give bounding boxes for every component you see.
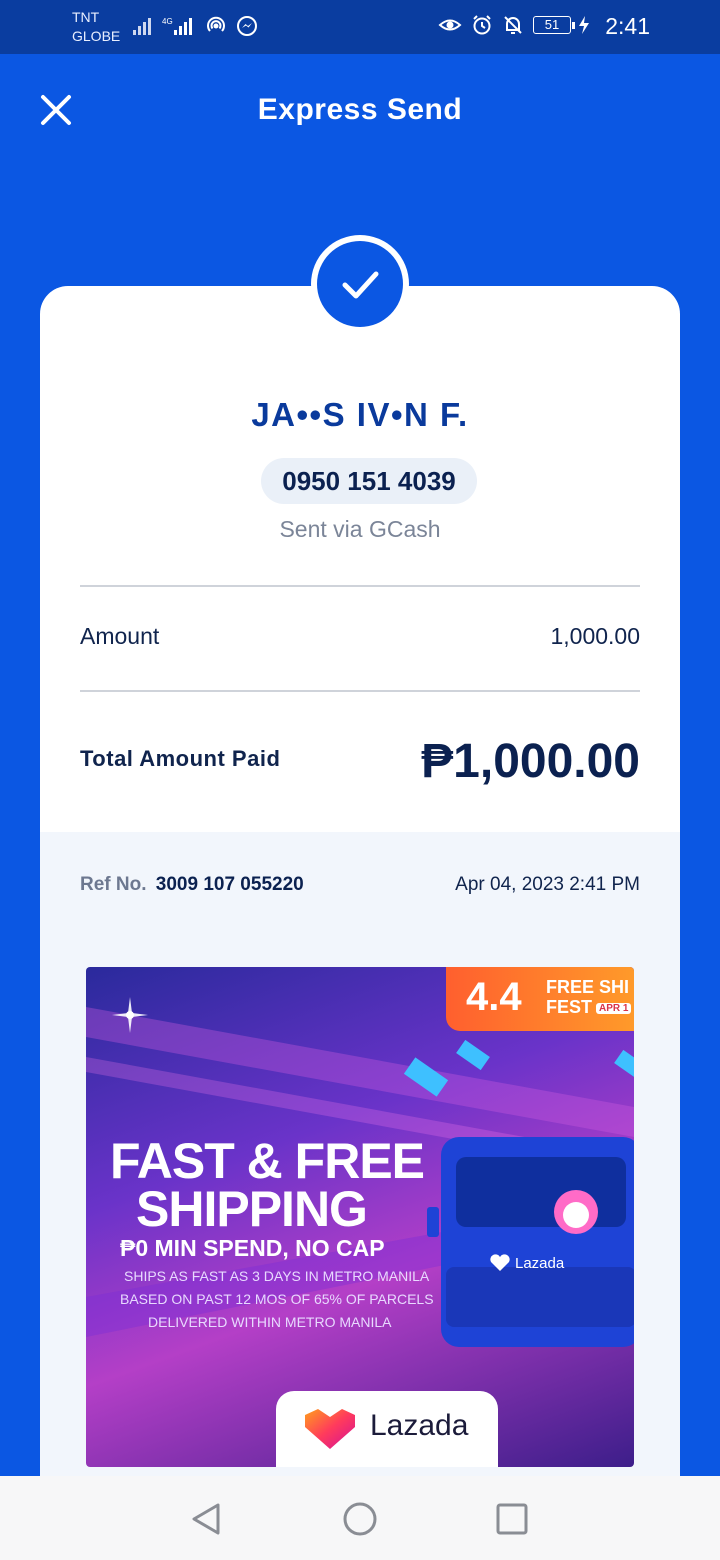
- battery-level: 51: [533, 16, 571, 34]
- svg-text:4G: 4G: [162, 17, 173, 26]
- ad-headline-line2: SHIPPING: [136, 1181, 368, 1237]
- lazada-heart-icon: [490, 1254, 510, 1271]
- carrier-tnt: TNT: [72, 9, 100, 25]
- status-left-icons: 4G: [132, 14, 258, 38]
- recipient-name: JA••S IV•N F.: [251, 396, 469, 433]
- promo-badge-line2: FEST: [546, 997, 593, 1017]
- lazada-ad-banner[interactable]: 4.4 FREE SHI FEST APR 1 FAST & FREE SHIP…: [86, 967, 634, 1467]
- recents-square-icon[interactable]: [494, 1501, 530, 1537]
- charging-icon: [579, 16, 589, 34]
- check-icon: [342, 271, 379, 299]
- reference-value: 3009 107 055220: [155, 874, 304, 895]
- ad-fine-print-line2: BASED ON PAST 12 MOS OF 65% OF PARCELS: [120, 1291, 434, 1307]
- recipient-phone: 0950 151 4039: [261, 458, 477, 504]
- back-triangle-icon[interactable]: [188, 1501, 224, 1537]
- battery-icon: 51: [533, 15, 590, 35]
- ad-fine-print-line3: DELIVERED WITHIN METRO MANILA: [148, 1314, 392, 1330]
- promo-badge-number: 4.4: [466, 975, 522, 1019]
- lazada-logo-icon: [305, 1409, 355, 1449]
- mute-notification-icon: [504, 16, 522, 34]
- reference-panel: Ref No. 3009 107 055220 Apr 04, 2023 2:4…: [40, 832, 680, 1486]
- amount-value: 1,000.00: [550, 623, 640, 649]
- hotspot-icon: [207, 16, 225, 32]
- ad-subhead: ₱0 MIN SPEND, NO CAP: [120, 1235, 385, 1261]
- promo-badge-line1: FREE SHI: [546, 977, 630, 997]
- truck-logo: Lazada: [490, 1254, 564, 1272]
- carrier-globe: GLOBE: [72, 28, 121, 44]
- reference-number: Ref No. 3009 107 055220: [80, 874, 304, 896]
- eye-comfort-icon: [438, 19, 462, 31]
- promo-badge-line3: APR 1: [596, 1003, 632, 1014]
- sent-via-label: Sent via GCash: [279, 516, 441, 542]
- system-navigation-bar: [0, 1476, 720, 1560]
- total-amount-value: ₱1,000.00: [421, 735, 640, 788]
- reference-label: Ref No.: [80, 874, 147, 895]
- alarm-icon: [473, 15, 491, 35]
- carrier-label: TNT GLOBE: [72, 8, 120, 46]
- lazada-brand-tab: Lazada: [276, 1391, 498, 1467]
- status-bar: TNT GLOBE 4G 51 2:41: [0, 0, 720, 54]
- signal-4g-icon: 4G: [162, 17, 192, 35]
- amount-label: Amount: [80, 623, 160, 649]
- promo-badge: 4.4 FREE SHI FEST APR 1: [446, 967, 634, 1031]
- messenger-icon: [237, 16, 257, 36]
- divider: [80, 585, 640, 587]
- signal-icon: [133, 18, 151, 35]
- success-badge: [311, 235, 409, 333]
- lazada-brand-label: Lazada: [370, 1409, 469, 1442]
- receipt-card: JA••S IV•N F. 0950 151 4039 Sent via GCa…: [40, 286, 680, 1486]
- truck-brand-label: Lazada: [515, 1254, 565, 1272]
- ad-fine-print-line1: SHIPS AS FAST AS 3 DAYS IN METRO MANILA: [124, 1268, 430, 1284]
- total-amount-label: Total Amount Paid: [80, 746, 281, 771]
- transaction-date: Apr 04, 2023 2:41 PM: [455, 874, 640, 895]
- home-circle-icon[interactable]: [342, 1501, 378, 1537]
- status-right-icons: 51: [438, 14, 590, 36]
- page-title: Express Send: [257, 93, 463, 126]
- clock: 2:41: [605, 13, 650, 39]
- divider: [80, 690, 640, 692]
